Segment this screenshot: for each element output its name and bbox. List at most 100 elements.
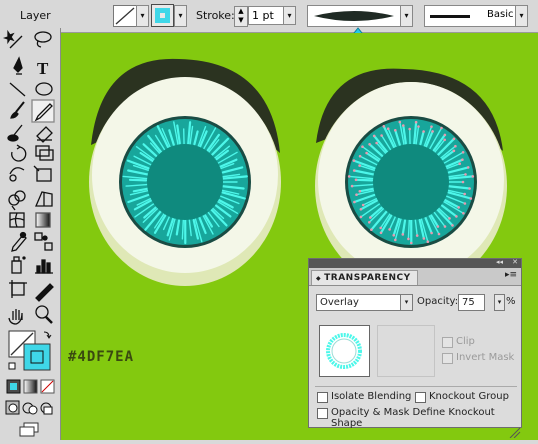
anchor-point [462,212,465,215]
anchor-point [394,239,397,242]
anchor-point [422,130,425,133]
anchor-point [368,143,371,146]
opacity-unit: % [506,296,516,307]
anchor-point [454,145,457,148]
invert-mask-checkbox[interactable] [442,353,453,364]
anchor-point [440,127,443,130]
symbol-sprayer-icon [12,257,25,273]
fill-color-swatch[interactable] [151,4,174,27]
anchor-point [462,181,465,184]
lasso-icon [35,32,51,47]
warp-icon [10,168,24,181]
anchor-point [468,187,471,190]
anchor-point [461,158,464,161]
zoom-icon [36,306,52,323]
anchor-point [387,127,390,130]
tab-transparency[interactable]: ◆TRANSPARENCY [311,270,418,285]
stroke-color-dropdown[interactable]: ▾ [136,5,149,27]
brush-definition[interactable]: Basic [424,5,516,27]
anchor-point [427,240,430,243]
fill-color-dropdown[interactable]: ▾ [174,5,187,27]
fill-stroke-swatches [9,331,51,370]
fill-color-chip [155,8,170,23]
blend-mode-select[interactable]: Overlay ▾ [316,294,413,311]
blend-mode-value: Overlay [320,297,359,308]
anchor-point [408,128,411,131]
spin-down-icon[interactable]: ▼ [235,16,247,25]
anchor-point [430,125,433,128]
shape-builder-icon [9,191,25,210]
tools-panel: T [0,28,61,440]
object-thumbnail[interactable] [319,325,370,377]
chevron-down-icon[interactable]: ▾ [400,295,412,310]
draw-mode-buttons [6,401,52,414]
anchor-point [444,134,447,137]
knockout-group-label: Knockout Group [429,391,509,402]
layer-label: Layer [20,9,51,22]
clip-checkbox[interactable] [442,337,453,348]
no-stroke-icon [114,6,136,26]
anchor-point [415,121,418,124]
opacity-field[interactable]: 75 [458,294,485,311]
stroke-weight-stepper[interactable]: ▲ ▼ [234,6,248,27]
control-bar: Layer ▾ ▾ Stroke: ▲ ▼ 1 pt ▾ ▾ Basic ▾ [0,0,538,33]
anchor-point [388,228,391,231]
stroke-weight-field[interactable]: 1 pt [248,6,287,25]
anchor-point [380,232,383,235]
variable-width-profile[interactable] [307,5,401,27]
stroke-color-swatch[interactable] [113,5,137,27]
brush-stroke-preview [430,15,470,18]
spin-up-icon[interactable]: ▲ [235,7,247,16]
anchor-point [407,238,410,241]
anchor-point [443,139,446,142]
anchor-point [359,190,362,193]
anchor-point [410,242,413,245]
brush-dropdown[interactable]: ▾ [515,5,528,27]
anchor-point [353,169,356,172]
define-knockout-checkbox[interactable] [317,408,328,419]
anchor-point [375,142,378,145]
anchor-point [392,234,395,237]
chevron-down-icon: ▾ [404,11,408,20]
anchor-point [437,225,440,228]
anchor-point [355,179,358,182]
anchor-point [370,228,373,231]
stroke-weight-dropdown[interactable]: ▾ [283,6,296,25]
eraser-icon [37,127,52,142]
knockout-group-checkbox[interactable] [415,392,426,403]
chevron-down-icon: ▾ [140,11,144,20]
tools-icons: T [0,28,60,440]
panel-header-strip[interactable]: ◂◂ ✕ [309,259,521,268]
opacity-label: Opacity: [417,296,458,307]
resize-grip-icon[interactable] [496,425,522,438]
panel-menu-icon[interactable]: ▸≡ [505,270,517,280]
anchor-point [453,150,456,153]
thumbnail-preview [320,326,369,376]
mask-thumbnail-empty[interactable] [377,325,435,377]
brush-label: Basic [487,9,513,20]
anchor-point [455,215,458,218]
anchor-point [373,135,376,138]
artboard-icon [9,280,27,298]
anchor-point [348,175,351,178]
isolate-blending-checkbox[interactable] [317,392,328,403]
anchor-point [362,204,365,207]
column-graph-icon [35,260,53,273]
anchor-point [353,159,356,162]
close-icon[interactable]: ✕ [512,258,518,266]
opacity-slider-button[interactable]: ▾ [494,294,505,311]
svg-text:T: T [37,59,49,78]
line-segment-icon [10,83,25,96]
chevron-down-icon: ▾ [178,11,182,20]
anchor-point [423,237,426,240]
anchor-point [417,125,420,128]
perspective-grid-icon [36,192,52,206]
define-knockout-label: Opacity & Mask Define Knockout Shape [331,407,521,429]
collapse-icon[interactable]: ◂◂ [496,258,503,266]
anchor-point [430,232,433,235]
profile-dropdown[interactable]: ▾ [400,5,413,27]
anchor-point [399,121,402,124]
pen-icon [14,58,22,74]
free-transform-icon [34,166,51,181]
iris-strand [408,220,409,239]
